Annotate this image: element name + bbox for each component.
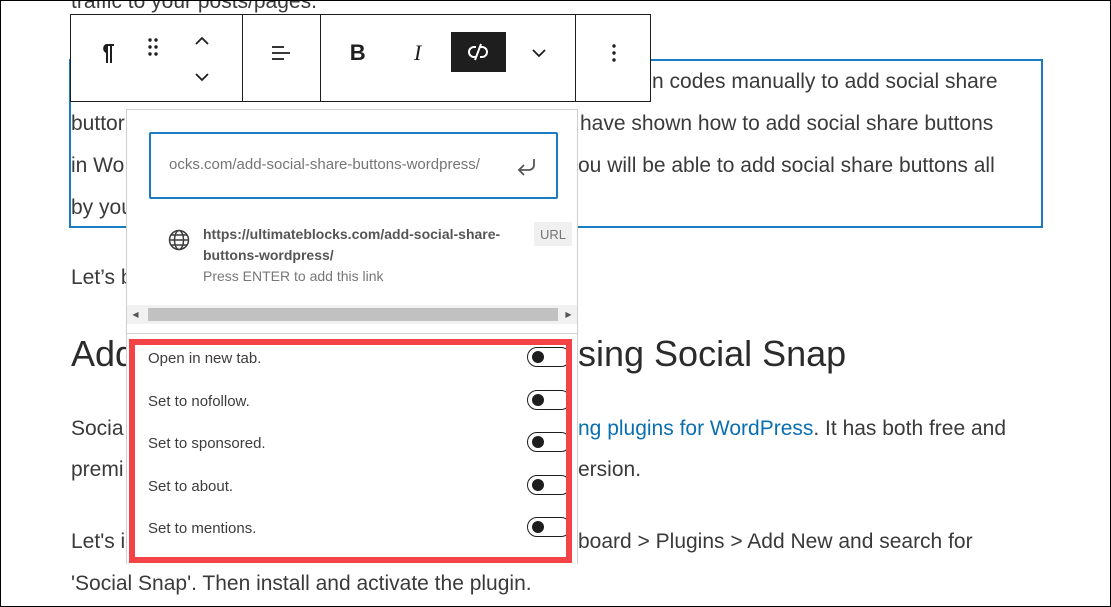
setting-nofollow[interactable]: Set to nofollow. bbox=[148, 389, 571, 417]
url-badge: URL bbox=[534, 222, 572, 246]
link-popover: https://ultimateblocks.com/add-social-sh… bbox=[126, 109, 578, 334]
setting-label: Set to sponsored. bbox=[148, 435, 266, 452]
chevron-up-icon bbox=[195, 36, 209, 45]
suggestion-url: https://ultimateblocks.com/add-social-sh… bbox=[203, 226, 501, 263]
setting-label: Set to mentions. bbox=[148, 520, 257, 537]
setting-sponsored[interactable]: Set to sponsored. bbox=[148, 431, 571, 459]
vertical-ellipsis-icon[interactable] bbox=[600, 37, 628, 69]
move-up-button[interactable] bbox=[189, 29, 215, 53]
plugins-link[interactable]: ng plugins for WordPress bbox=[578, 417, 813, 440]
italic-icon[interactable]: I bbox=[401, 33, 435, 73]
globe-icon bbox=[167, 228, 191, 257]
scrollbar-thumb[interactable] bbox=[148, 308, 558, 321]
formatting-group: B I bbox=[321, 15, 577, 101]
setting-label: Set to about. bbox=[148, 478, 234, 495]
link-suggestion[interactable]: https://ultimateblocks.com/add-social-sh… bbox=[149, 220, 579, 295]
block-type-group bbox=[71, 15, 244, 101]
setting-mentions[interactable]: Set to mentions. bbox=[148, 516, 571, 544]
scroll-right-icon[interactable]: ▶ bbox=[560, 305, 577, 324]
align-left-icon[interactable] bbox=[267, 39, 295, 67]
url-input[interactable] bbox=[169, 156, 514, 173]
horizontal-scrollbar[interactable]: ◀ ▶ bbox=[127, 305, 577, 324]
paragraph-line: ersion. bbox=[578, 458, 642, 481]
toggle-switch[interactable] bbox=[527, 390, 571, 410]
more-rich-text-controls-button[interactable] bbox=[525, 37, 553, 69]
paragraph-line: have shown how to add social share butto… bbox=[580, 112, 994, 135]
bold-icon[interactable]: B bbox=[341, 33, 375, 73]
toggle-switch[interactable] bbox=[527, 517, 571, 537]
paragraph-line: Socia bbox=[71, 417, 124, 440]
paragraph-line: n codes manually to add social share bbox=[652, 70, 998, 93]
toggle-switch[interactable] bbox=[527, 347, 571, 367]
setting-label: Open in new tab. bbox=[148, 350, 262, 367]
paragraph-line: in Wo bbox=[71, 154, 125, 177]
toggle-switch[interactable] bbox=[527, 475, 571, 495]
chevron-down-icon bbox=[532, 49, 546, 58]
paragraph-line: buttor bbox=[71, 112, 125, 135]
section-heading: sing Social Snap bbox=[578, 333, 847, 374]
paragraph-line: Let’s b bbox=[71, 266, 133, 289]
alignment-group bbox=[243, 15, 321, 101]
paragraph-line: 'Social Snap'. Then install and activate… bbox=[71, 572, 532, 595]
block-toolbar: B I bbox=[70, 14, 651, 102]
paragraph-line: by you bbox=[71, 196, 133, 219]
move-down-button[interactable] bbox=[189, 65, 215, 89]
chevron-down-icon bbox=[195, 73, 209, 82]
paragraph-line: Let's i bbox=[71, 530, 126, 553]
paragraph-line: ou will be able to add social share butt… bbox=[578, 154, 995, 177]
setting-open-new-tab[interactable]: Open in new tab. bbox=[148, 346, 571, 374]
options-group bbox=[576, 15, 650, 101]
suggestion-hint: Press ENTER to add this link bbox=[203, 268, 384, 284]
paragraph-text: . It has both free and bbox=[813, 417, 1007, 440]
setting-label: Set to nofollow. bbox=[148, 393, 250, 410]
return-arrow-icon[interactable] bbox=[514, 152, 542, 180]
url-input-container bbox=[149, 132, 558, 199]
paragraph-line: premi bbox=[71, 458, 124, 481]
link-settings: Open in new tab. Set to nofollow. Set to… bbox=[126, 334, 578, 564]
drag-handle-icon[interactable] bbox=[141, 33, 165, 61]
paragraph-line: ng plugins for WordPress. It has both fr… bbox=[578, 408, 1006, 450]
paragraph-line: board > Plugins > Add New and search for bbox=[578, 530, 973, 553]
pilcrow-icon[interactable] bbox=[93, 39, 121, 67]
scroll-left-icon[interactable]: ◀ bbox=[127, 305, 144, 324]
link-off-icon[interactable] bbox=[450, 32, 506, 72]
toggle-switch[interactable] bbox=[527, 432, 571, 452]
setting-about[interactable]: Set to about. bbox=[148, 474, 571, 502]
